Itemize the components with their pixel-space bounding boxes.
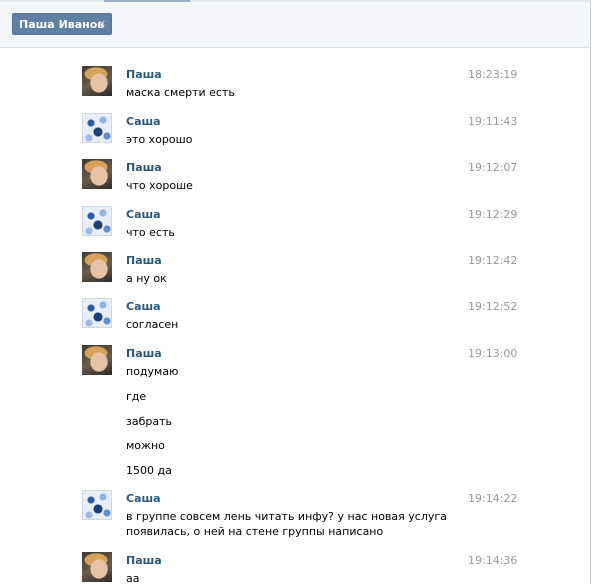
message-text: что есть <box>126 226 175 239</box>
message-text: что хороше <box>126 179 193 192</box>
message-time: 19:12:07 <box>468 161 518 174</box>
avatar[interactable] <box>82 66 112 96</box>
message-author[interactable]: Саша <box>126 300 161 313</box>
avatar[interactable] <box>82 298 112 328</box>
message-author[interactable]: Паша <box>126 554 162 567</box>
message-author[interactable]: Саша <box>126 208 161 221</box>
message-author[interactable]: Паша <box>126 347 162 360</box>
message-time: 19:12:42 <box>468 254 518 267</box>
message-text: появилась, о ней на стене группы написан… <box>126 525 384 538</box>
avatar[interactable] <box>82 113 112 143</box>
message-author[interactable]: Паша <box>126 254 162 267</box>
message-time: 19:11:43 <box>468 115 518 128</box>
avatar[interactable] <box>82 490 112 520</box>
message-author[interactable]: Паша <box>126 68 162 81</box>
message-text: а ну ок <box>126 272 167 285</box>
message-time: 19:12:52 <box>468 300 518 313</box>
message-text: аа <box>126 572 140 585</box>
close-icon[interactable]: ✕ <box>98 14 106 36</box>
avatar[interactable] <box>82 552 112 582</box>
dialog-header: Паша Иванов ✕ <box>0 2 590 48</box>
message-text: забрать <box>126 415 172 428</box>
avatar[interactable] <box>82 206 112 236</box>
dialog-panel: Паша Иванов ✕ Паша 18:23:19 маска смерти… <box>0 0 591 585</box>
message-time: 19:12:29 <box>468 208 518 221</box>
message-time: 18:23:19 <box>468 68 518 81</box>
message-text: можно <box>126 439 165 452</box>
message-text: согласен <box>126 318 179 331</box>
message-author[interactable]: Саша <box>126 115 161 128</box>
conversation-tab[interactable]: Паша Иванов ✕ <box>12 13 112 35</box>
message-text: 1500 да <box>126 464 172 477</box>
message-time: 19:14:36 <box>468 554 518 567</box>
message-author[interactable]: Саша <box>126 492 161 505</box>
message-text: подумаю <box>126 365 179 378</box>
message-time: 19:14:22 <box>468 492 518 505</box>
message-text: маска смерти есть <box>126 86 235 99</box>
avatar[interactable] <box>82 159 112 189</box>
conversation-tab-label: Паша Иванов <box>19 18 105 31</box>
avatar[interactable] <box>82 345 112 375</box>
message-author[interactable]: Паша <box>126 161 162 174</box>
message-text: где <box>126 390 147 403</box>
message-text: в группе совсем лень читать инфу? у нас … <box>126 510 447 523</box>
message-time: 19:13:00 <box>468 347 518 360</box>
message-text: это хорошо <box>126 133 193 146</box>
avatar[interactable] <box>82 252 112 282</box>
